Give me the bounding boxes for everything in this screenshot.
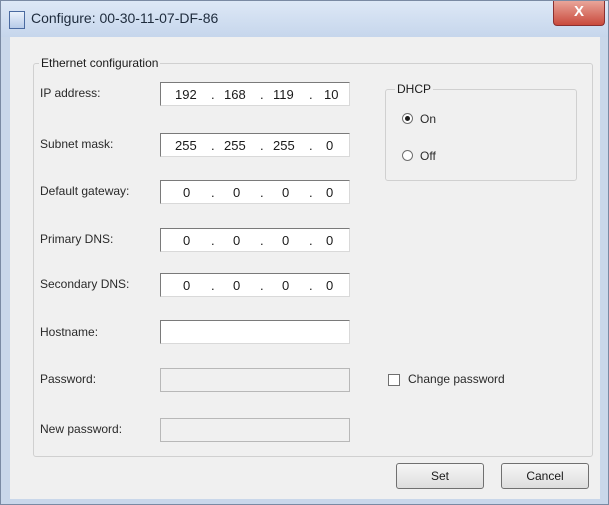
app-icon [9,11,25,29]
dhcp-on-label[interactable]: On [420,112,436,126]
hostname-input[interactable] [160,320,350,344]
subnet-octet-3: 255 [273,138,295,153]
gateway-dot-3: . [309,185,313,200]
primary-dns-label: Primary DNS: [40,232,114,246]
ip-dot-3: . [309,87,313,102]
gateway-dot-2: . [260,185,264,200]
dns2-dot-1: . [211,278,215,293]
ip-dot-2: . [260,87,264,102]
subnet-octet-4: 0 [326,138,334,153]
ip-dot-1: . [211,87,215,102]
password-label: Password: [40,372,97,386]
subnet-dot-1: . [211,138,215,153]
gateway-dot-1: . [211,185,215,200]
cancel-button[interactable]: Cancel [501,463,589,489]
subnet-octet-2: 255 [224,138,246,153]
gateway-octet-2: 0 [233,185,241,200]
ip-octet-1: 192 [175,87,197,102]
default-gateway-label: Default gateway: [40,184,130,198]
title-bar[interactable]: Configure: 00-30-11-07-DF-86 X [1,1,608,37]
close-button[interactable]: X [553,1,605,26]
configure-dialog: Configure: 00-30-11-07-DF-86 X Ethernet … [0,0,609,505]
gateway-octet-4: 0 [326,185,334,200]
set-button[interactable]: Set [396,463,484,489]
secondary-dns-field[interactable]: 0 . 0 . 0 . 0 [160,273,350,297]
change-password-label[interactable]: Change password [408,372,505,386]
dns2-octet-2: 0 [233,278,241,293]
subnet-dot-2: . [260,138,264,153]
ip-address-field[interactable]: 192 . 168 . 119 . 10 [160,82,350,106]
dns1-octet-4: 0 [326,233,334,248]
dns1-octet-3: 0 [282,233,290,248]
dhcp-group [385,89,577,181]
dns1-dot-2: . [260,233,264,248]
ethernet-group-label: Ethernet configuration [39,56,161,70]
gateway-octet-3: 0 [282,185,290,200]
default-gateway-field[interactable]: 0 . 0 . 0 . 0 [160,180,350,204]
close-icon: X [573,3,584,20]
dns1-octet-2: 0 [233,233,241,248]
dns1-dot-1: . [211,233,215,248]
subnet-mask-field[interactable]: 255 . 255 . 255 . 0 [160,133,350,157]
password-input[interactable] [160,368,350,392]
ip-octet-3: 119 [273,87,294,102]
subnet-octet-1: 255 [175,138,197,153]
gateway-octet-1: 0 [183,185,191,200]
dns2-dot-2: . [260,278,264,293]
dhcp-group-label: DHCP [395,82,434,96]
dns1-octet-1: 0 [183,233,191,248]
ip-address-label: IP address: [40,86,101,100]
dhcp-on-radio[interactable] [402,113,413,124]
ip-octet-2: 168 [224,87,246,102]
window-title: Configure: 00-30-11-07-DF-86 [31,10,219,26]
dns2-dot-3: . [309,278,313,293]
new-password-input[interactable] [160,418,350,442]
secondary-dns-label: Secondary DNS: [40,277,130,291]
radio-selected-dot [405,116,410,121]
dns2-octet-3: 0 [282,278,290,293]
ip-octet-4: 10 [324,87,339,102]
subnet-mask-label: Subnet mask: [40,137,114,151]
dhcp-off-radio[interactable] [402,150,413,161]
dialog-body: Ethernet configuration IP address: 192 .… [10,37,600,499]
dhcp-off-label[interactable]: Off [420,149,436,163]
dns2-octet-1: 0 [183,278,191,293]
hostname-label: Hostname: [40,325,99,339]
subnet-dot-3: . [309,138,313,153]
dns1-dot-3: . [309,233,313,248]
change-password-checkbox[interactable] [388,374,400,386]
new-password-label: New password: [40,422,123,436]
primary-dns-field[interactable]: 0 . 0 . 0 . 0 [160,228,350,252]
dns2-octet-4: 0 [326,278,334,293]
